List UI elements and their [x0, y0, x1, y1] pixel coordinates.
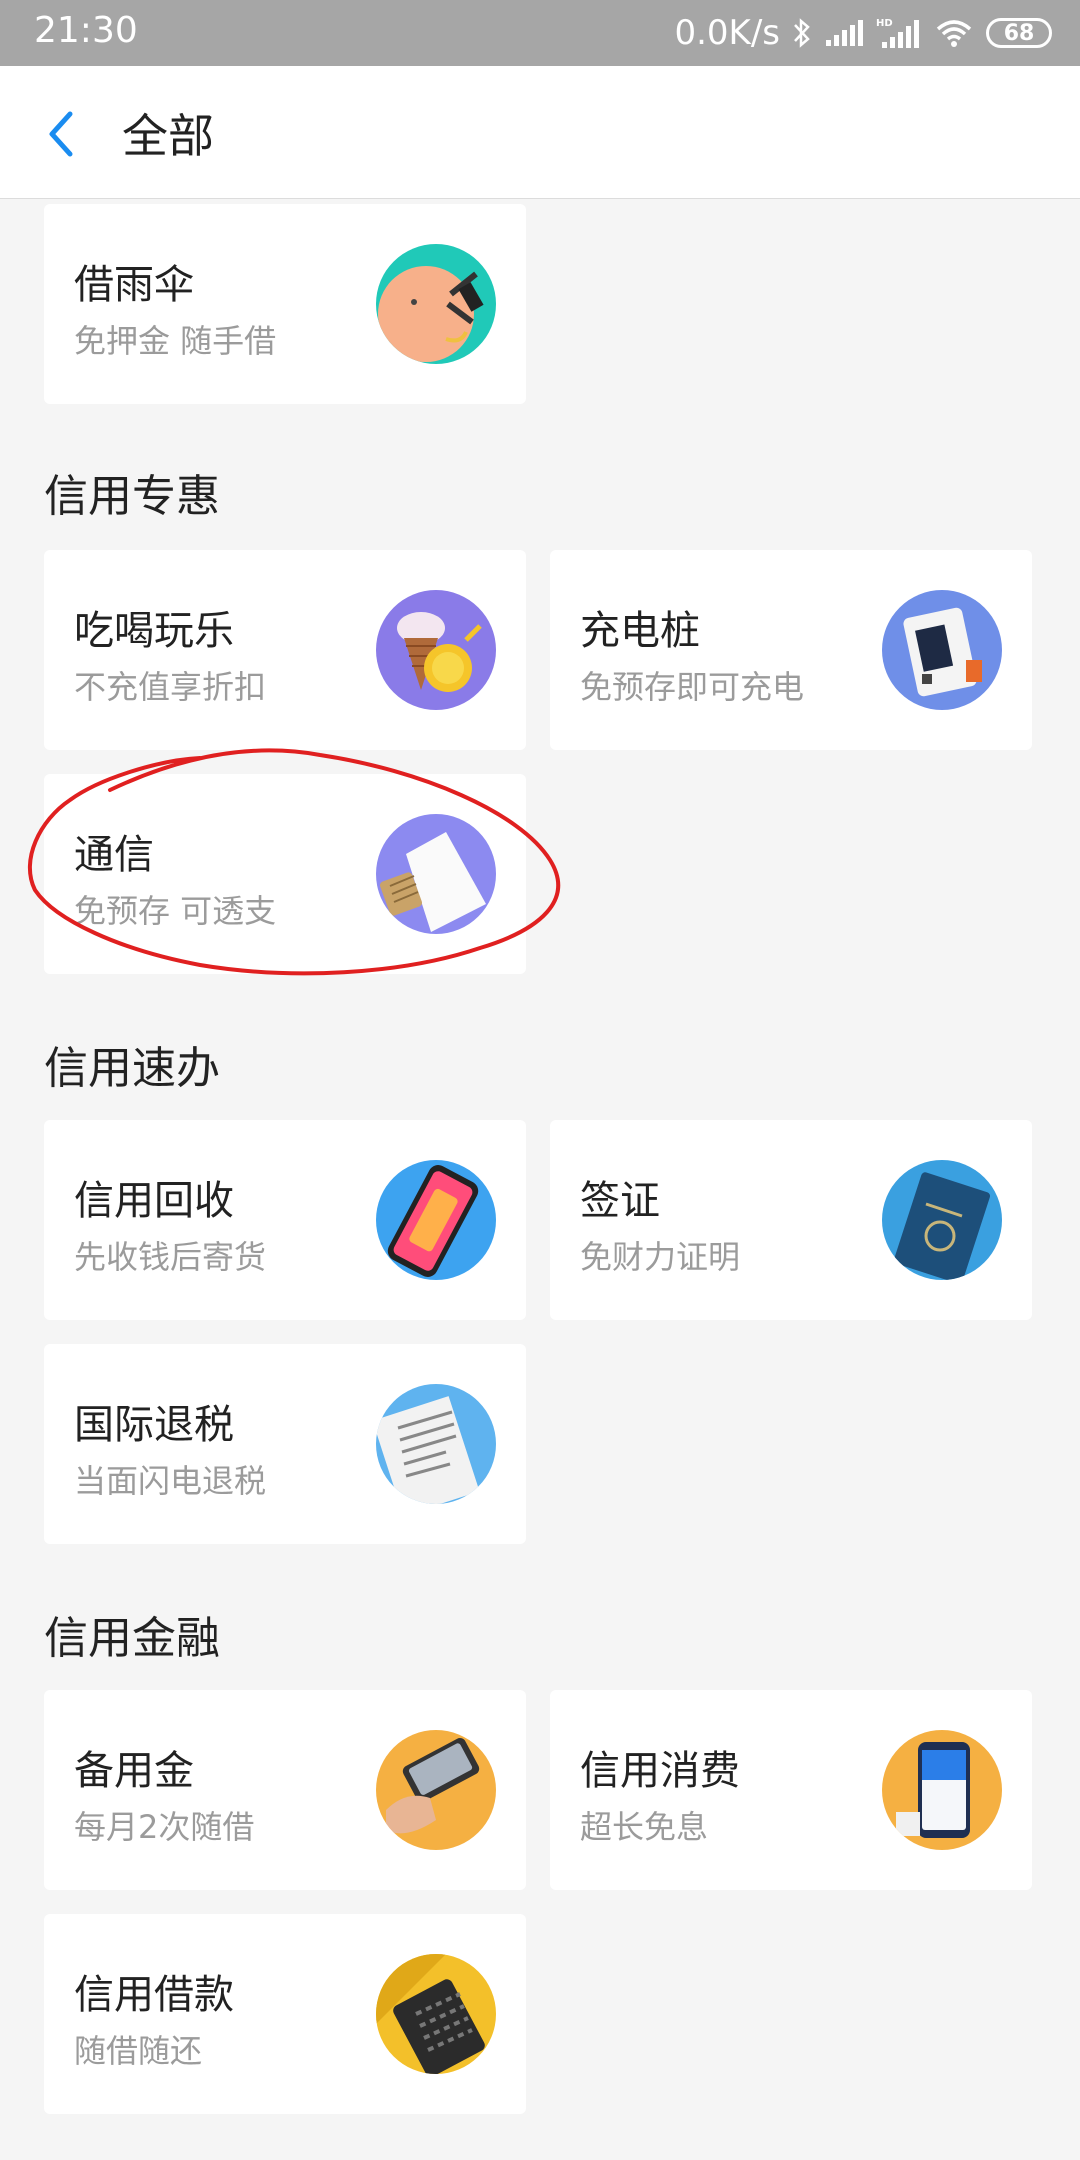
section-title-credit-quick: 信用速办	[44, 1043, 220, 1094]
hd-signal-icon: HD	[876, 16, 922, 50]
hand-phone-icon	[376, 1730, 496, 1850]
card-title: 通信	[74, 832, 154, 878]
umbrella-icon	[376, 244, 496, 364]
ice-cream-icon	[376, 590, 496, 710]
card-title: 信用消费	[580, 1748, 740, 1794]
card-subtitle: 超长免息	[580, 1808, 709, 1846]
service-card-charging[interactable]: 充电桩 免预存即可充电	[550, 550, 1032, 750]
status-time: 21:30	[34, 10, 138, 51]
card-subtitle: 先收钱后寄货	[74, 1238, 267, 1276]
calculator-icon	[376, 1954, 496, 2074]
receipt-icon	[376, 1384, 496, 1504]
card-title: 借雨伞	[74, 262, 194, 308]
net-speed: 0.0K/s	[674, 13, 780, 53]
svg-text:HD: HD	[876, 18, 893, 29]
service-card-visa[interactable]: 签证 免财力证明	[550, 1120, 1032, 1320]
service-card-credit-consumption[interactable]: 信用消费 超长免息	[550, 1690, 1032, 1890]
back-button[interactable]	[40, 106, 84, 162]
card-title: 充电桩	[580, 608, 700, 654]
service-card-umbrella[interactable]: 借雨伞 免押金 随手借	[44, 204, 526, 404]
card-subtitle: 随借随还	[74, 2032, 203, 2070]
card-subtitle: 免预存 可透支	[74, 892, 277, 930]
card-subtitle: 免押金 随手借	[74, 322, 277, 360]
service-card-reserve-fund[interactable]: 备用金 每月2次随借	[44, 1690, 526, 1890]
card-subtitle: 免财力证明	[580, 1238, 741, 1276]
card-title: 信用回收	[74, 1178, 234, 1224]
card-subtitle: 不充值享折扣	[74, 668, 267, 706]
section-title-credit-finance: 信用金融	[44, 1613, 220, 1664]
card-title: 签证	[580, 1178, 660, 1224]
battery-icon: 68	[986, 18, 1052, 48]
bluetooth-icon	[792, 17, 812, 49]
card-title: 国际退税	[74, 1402, 234, 1448]
card-subtitle: 每月2次随借	[74, 1808, 255, 1846]
card-subtitle: 免预存即可充电	[580, 668, 805, 706]
service-card-credit-loan[interactable]: 信用借款 随借随还	[44, 1914, 526, 2114]
status-icons: 0.0K/s HD 68	[674, 10, 1052, 56]
status-bar: 21:30 0.0K/s HD 68	[0, 0, 1080, 66]
card-title: 吃喝玩乐	[74, 608, 234, 654]
phone-icon	[376, 1160, 496, 1280]
service-card-telecom[interactable]: 通信 免预存 可透支	[44, 774, 526, 974]
sim-card-icon	[376, 814, 496, 934]
service-card-recycle[interactable]: 信用回收 先收钱后寄货	[44, 1120, 526, 1320]
service-card-tax-refund[interactable]: 国际退税 当面闪电退税	[44, 1344, 526, 1544]
phone-app-icon	[882, 1730, 1002, 1850]
signal-icon	[824, 18, 864, 48]
wifi-icon	[934, 18, 974, 48]
nav-header: 全部	[0, 66, 1080, 199]
passport-icon	[882, 1160, 1002, 1280]
card-title: 信用借款	[74, 1972, 234, 2018]
service-card-dining[interactable]: 吃喝玩乐 不充值享折扣	[44, 550, 526, 750]
charging-station-icon	[882, 590, 1002, 710]
card-title: 备用金	[74, 1748, 194, 1794]
section-title-credit-benefits: 信用专惠	[44, 471, 220, 522]
page-title: 全部	[122, 109, 214, 163]
card-subtitle: 当面闪电退税	[74, 1462, 267, 1500]
